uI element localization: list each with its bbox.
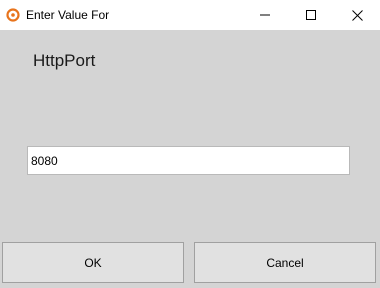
value-input[interactable] xyxy=(27,146,350,175)
cancel-button[interactable]: Cancel xyxy=(194,242,376,283)
window-title: Enter Value For xyxy=(26,8,110,22)
maximize-icon xyxy=(306,10,316,20)
close-button[interactable] xyxy=(334,0,380,30)
title-bar[interactable]: Enter Value For xyxy=(0,0,380,30)
app-ring-icon xyxy=(6,8,20,22)
ok-button-label: OK xyxy=(84,255,102,270)
close-icon xyxy=(351,9,363,21)
minimize-button[interactable] xyxy=(242,0,288,30)
minimize-icon xyxy=(260,14,270,16)
cancel-button-label: Cancel xyxy=(266,255,304,270)
maximize-button[interactable] xyxy=(288,0,334,30)
dialog-window: Enter Value For HttpPort OK Cancel xyxy=(0,0,380,288)
field-label: HttpPort xyxy=(33,51,96,70)
ok-button[interactable]: OK xyxy=(2,242,184,283)
